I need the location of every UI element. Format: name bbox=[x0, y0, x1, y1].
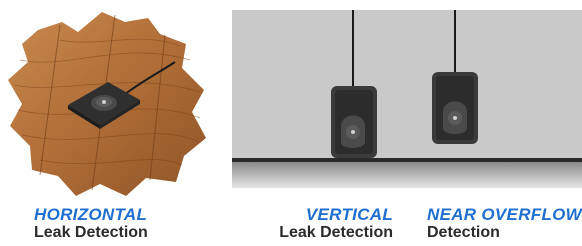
wall-panel bbox=[232, 10, 582, 160]
vertical-sensor-illustration bbox=[232, 10, 582, 188]
description-label-horizontal: Leak Detection bbox=[34, 224, 148, 241]
mode-label-vertical: VERTICAL bbox=[305, 205, 393, 224]
description-label-near-overflow: Detection bbox=[427, 224, 500, 241]
mode-label-horizontal: HORIZONTAL bbox=[34, 205, 148, 224]
description-label-vertical: Leak Detection bbox=[279, 224, 393, 241]
overflow-sensor-icon bbox=[432, 72, 478, 144]
mode-label-near-overflow: NEAR OVERFLOW bbox=[427, 205, 582, 224]
caption-vertical: VERTICAL Leak Detection bbox=[263, 205, 393, 242]
floor-edge bbox=[232, 158, 582, 162]
vertical-sensor-icon bbox=[331, 86, 377, 158]
horizontal-sensor-illustration bbox=[8, 12, 206, 196]
caption-near-overflow: NEAR OVERFLOW Detection bbox=[427, 205, 582, 242]
floor-shadow bbox=[232, 162, 582, 188]
caption-horizontal: HORIZONTAL Leak Detection bbox=[34, 205, 148, 242]
